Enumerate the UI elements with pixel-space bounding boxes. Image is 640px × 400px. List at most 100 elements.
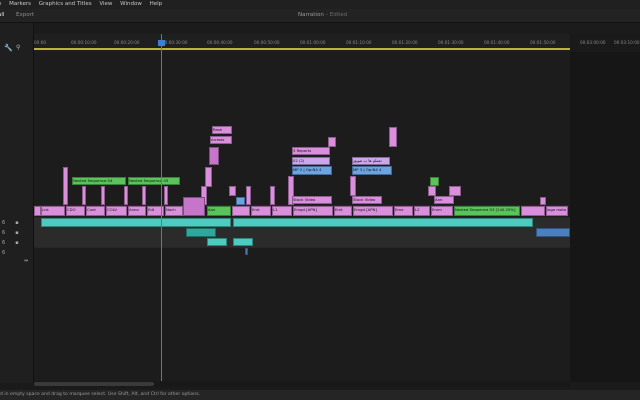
video-clip[interactable] [428,186,436,196]
menu-item-edit[interactable]: e [0,0,1,9]
timeline-empty-region[interactable] [570,52,640,382]
video-clip[interactable]: MP 2 | Op:N4 4 [292,166,332,175]
ruler-tick: 00:01:10:00 [346,40,372,45]
video-clip[interactable]: MP 3 | Op:N4 4 [352,166,392,175]
video-clip[interactable]: Stock Video [352,196,382,204]
timeline-scrollbar[interactable] [34,381,570,387]
video-clip[interactable] [63,167,68,205]
snap-icon[interactable]: ⚲ [16,44,24,52]
video-clip[interactable] [350,176,356,196]
audio-clip[interactable] [41,218,231,227]
video-clip[interactable]: Eme [394,206,413,216]
ruler-tick: 00:00:20:00 [114,40,140,45]
ruler-tick: 00:00 [34,40,47,45]
video-clip[interactable] [183,197,205,216]
audio-clip[interactable] [207,238,227,246]
video-clip[interactable]: COLV [106,206,127,216]
video-clip[interactable] [540,197,546,205]
audio-clip[interactable] [186,228,216,237]
ruler-tick: 00:00:10:00 [71,40,97,45]
video-clip[interactable] [82,186,86,205]
video-clip[interactable] [205,167,212,187]
menu-bar: e Markers Graphics and Titles View Windo… [0,0,640,9]
video-clip[interactable] [124,186,128,205]
wrench-icon[interactable]: 🔧 [4,44,13,52]
video-clip[interactable]: L1 [272,206,292,216]
track-header-a2[interactable]: 6 ▪ [0,229,33,237]
track-headers-panel [0,23,34,383]
time-ruler-overflow: 00:03:00:00 00:03:10:00 [570,34,640,52]
video-clip[interactable] [101,186,105,205]
audio-clip[interactable] [245,248,248,255]
video-clip[interactable]: Ann [207,206,231,216]
video-clip[interactable] [328,137,336,147]
time-ruler[interactable]: 00:00 00:00:10:00 00:00:20:00 00:00:30:0… [34,34,570,52]
menu-item-graphics[interactable]: Graphics and Titles [39,0,92,9]
track-divider [34,247,570,248]
audio-clip[interactable] [233,238,253,246]
video-clip[interactable] [34,206,41,216]
video-clip[interactable] [164,186,168,205]
video-clip[interactable]: Emt [334,206,352,216]
video-clip[interactable]: Cont [86,206,105,216]
track-header-a3[interactable]: 6 ▪ [0,239,33,247]
video-clip[interactable]: Anna [128,206,146,216]
work-area-bar[interactable] [34,48,570,50]
ruler-tick: 00:01:00:00 [300,40,326,45]
video-clip[interactable] [246,186,251,205]
video-clip[interactable] [449,186,461,196]
ruler-tick: 00:01:40:00 [484,40,510,45]
video-clip[interactable]: Ann [434,196,454,204]
audio-clip[interactable] [233,218,533,227]
menu-item-markers[interactable]: Markers [9,0,31,9]
video-clip[interactable] [142,186,146,205]
ruler-tick: 00:03:00:00 [580,40,606,45]
ruler-tick: 00:01:20:00 [392,40,418,45]
audio-clip[interactable] [536,228,570,237]
video-clip[interactable] [521,206,545,216]
resize-icon[interactable]: ⇹ [24,258,28,264]
video-clip[interactable]: logo moto [546,206,568,216]
menu-item-view[interactable]: View [99,0,112,9]
video-clip[interactable]: Rash [212,126,232,134]
tab-export[interactable]: Export [16,9,34,22]
video-clip[interactable] [389,127,397,147]
video-clip[interactable]: Emgd [APN] [353,206,393,216]
video-clip[interactable]: 3 Reports [292,147,330,155]
video-clip[interactable]: Emgd [APN] [293,206,333,216]
menu-item-help[interactable]: Help [150,0,163,9]
nested-sequence-clip[interactable]: Nested Sequence 05 [128,177,180,185]
video-clip[interactable]: CDO [66,206,85,216]
track-header-a1[interactable]: 6 ▪ [0,219,33,227]
ruler-tick: 00:00:50:00 [254,40,280,45]
tab-edit[interactable]: all [0,9,4,22]
menu-item-window[interactable]: Window [120,0,142,9]
video-clip[interactable] [236,197,245,205]
video-clip[interactable]: L2 [414,206,430,216]
video-clip[interactable]: تعملم ها ب ضويق [352,157,390,165]
edited-indicator: - Edited [326,12,348,18]
video-clip[interactable]: Lnk [41,206,65,216]
playhead[interactable] [161,34,162,384]
ruler-tick: 00:01:30:00 [438,40,464,45]
track-header-a4[interactable]: 6 [0,249,33,257]
video-clip[interactable] [229,186,236,196]
project-title: Narration [298,12,324,18]
ruler-tick: 00:00:40:00 [207,40,233,45]
video-clip[interactable] [430,177,439,186]
video-clip[interactable] [270,186,275,205]
ruler-tick: 00:00:30:00 [162,40,188,45]
playhead-handle[interactable] [158,40,165,46]
nested-sequence-clip[interactable]: Nested Sequence 03 [140.25%] [454,206,520,216]
video-clip[interactable]: Emm [431,206,453,216]
video-clip[interactable]: Nach [165,206,183,216]
video-clip[interactable] [209,147,219,165]
scrollbar-thumb[interactable] [34,382,154,386]
video-clip[interactable] [232,206,250,216]
video-clip[interactable]: 02 (2) [292,157,330,165]
video-clip[interactable]: Stock Video [292,196,332,204]
nested-sequence-clip[interactable]: Nested Sequence 04 [72,177,126,185]
workspace-tab-bar: all Export Narration - Edited [0,9,640,23]
video-clip[interactable]: Arrests [210,136,232,144]
video-clip[interactable]: Emt [251,206,271,216]
